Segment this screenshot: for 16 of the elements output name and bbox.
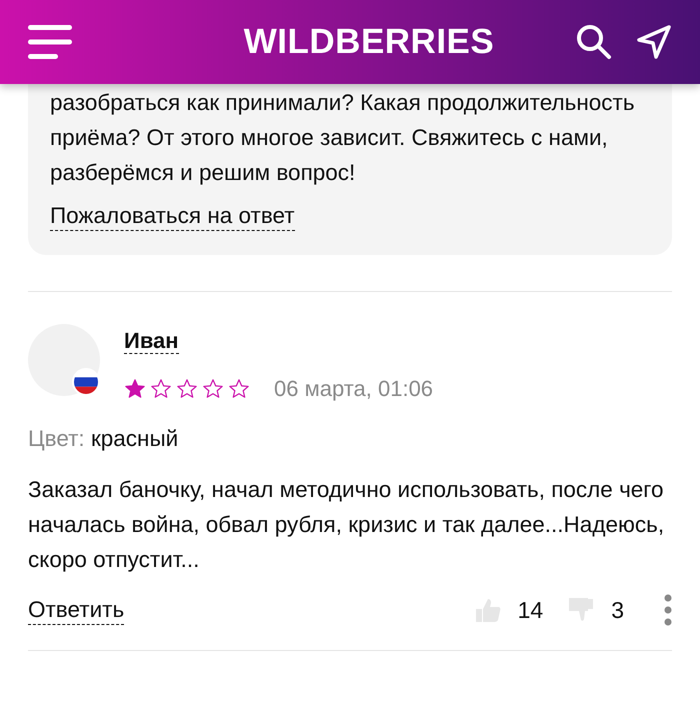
dislikes-count: 3 xyxy=(611,596,624,625)
color-label: Цвет: xyxy=(28,426,85,451)
flag-icon xyxy=(72,368,100,396)
likes-count: 14 xyxy=(518,596,544,625)
search-icon[interactable] xyxy=(576,24,612,60)
color-value: красный xyxy=(90,426,178,451)
author-name[interactable]: Иван xyxy=(124,328,179,354)
review-date: 06 марта, 01:06 xyxy=(274,375,434,403)
answer-text: разобраться как принимали? Какая продолжительность приёма? От этого многое зависит. Свяжитесь с нами, разберёмся и решим вопрос! xyxy=(50,89,636,187)
complain-link[interactable]: Пожаловаться на ответ xyxy=(50,202,295,231)
more-icon[interactable] xyxy=(664,594,672,626)
review-text: Заказал баночку, начал методично использовать, после чего началась война, обвал рубля, кризис и так далее...Надеюсь, скоро отпустит... xyxy=(28,476,666,574)
location-arrow-icon[interactable] xyxy=(636,24,672,60)
thumbs-up-icon[interactable] xyxy=(474,596,502,624)
reply-link[interactable]: Ответить xyxy=(28,596,124,625)
menu-icon[interactable] xyxy=(28,25,72,59)
